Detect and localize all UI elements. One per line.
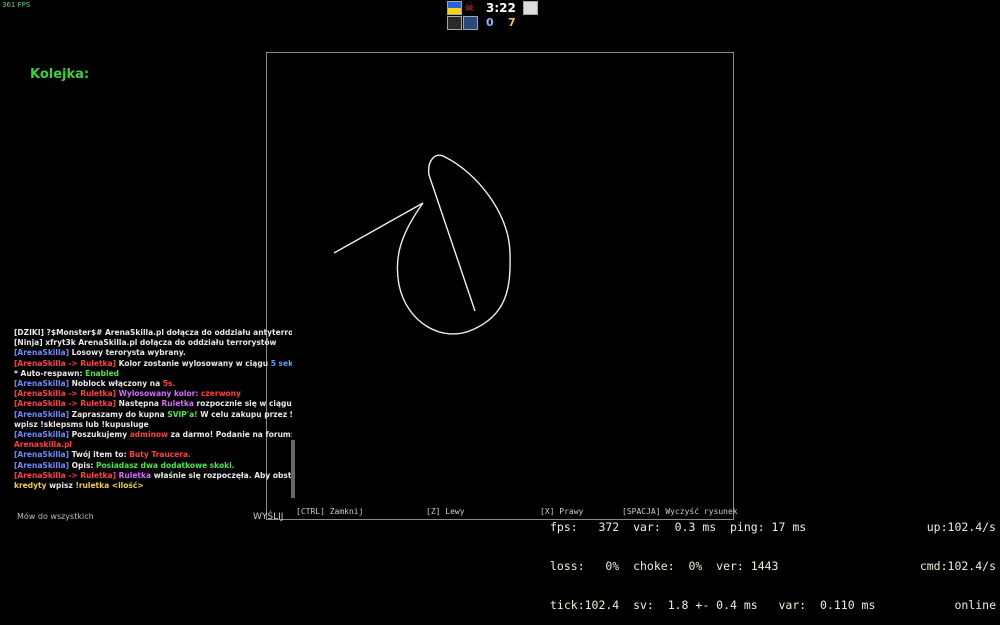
- chat-segment: Wylosowany kolor:: [118, 389, 201, 399]
- chat-segment: Zapraszamy do kupna: [71, 409, 168, 419]
- drawing-strokes: [333, 154, 511, 335]
- chat-segment: Noblock włączony na: [71, 379, 163, 389]
- chat-message: [ArenaSkilla] Zapraszamy do kupna SVIP'a…: [14, 410, 292, 420]
- chat-message: [ArenaSkilla -> Ruletka] Wylosowany kolo…: [14, 389, 292, 399]
- chat-message: [ArenaSkilla] Losowy terorysta wybrany.: [14, 348, 292, 358]
- chat-segment: [ArenaSkilla]: [14, 348, 72, 358]
- chat-segment: [DZIKI] ?$Monster$# ArenaSkilla.pl dołąc…: [14, 328, 292, 337]
- chat-segment: Twój item to:: [71, 450, 130, 460]
- chat-segment: Opis:: [71, 460, 97, 470]
- chat-segment: 5 sekund...: [270, 358, 292, 368]
- chat-segment: Losowy terorysta wybrany.: [71, 348, 186, 358]
- drawing-canvas[interactable]: [266, 52, 734, 520]
- queue-title: Kolejka:: [30, 67, 90, 82]
- chat-segment: [Ninja] xfryt3k ArenaSkilla.pl dołącza d…: [14, 338, 277, 348]
- chat-segment: Ruletka: [161, 399, 197, 409]
- chat-segment: Enabled: [85, 368, 120, 378]
- netgraph-line: fps: 372 var: 0.3 ms ping: 17 ms: [550, 520, 807, 534]
- hint-close: [CTRL] Zamknij: [296, 507, 364, 516]
- chat-scrollbar[interactable]: [291, 440, 295, 498]
- chat-segment: Ruletka: [118, 470, 154, 480]
- ct-score: 0: [486, 16, 494, 29]
- chat-segment: za darmo! Podanie na forum:: [170, 430, 292, 440]
- chat-message: [ArenaSkilla -> Ruletka] Ruletka właśnie…: [14, 471, 292, 481]
- scoreboard-hud: ☠ 3:22 0 7: [446, 0, 538, 32]
- chat-segment: [ArenaSkilla -> Ruletka]: [14, 470, 119, 480]
- chat-message: wpisz !sklepsms lub !kupusluge: [14, 420, 292, 430]
- chat-segment: wpisz: [49, 481, 76, 491]
- player-avatar-icon: [447, 16, 462, 30]
- chat-segment: [ArenaSkilla]: [14, 430, 72, 440]
- fps-counter: 361 FPS: [2, 1, 31, 9]
- send-button[interactable]: WYŚLIJ: [253, 512, 283, 522]
- chat-message: [ArenaSkilla -> Ruletka] Kolor zostanie …: [14, 359, 292, 369]
- chat-segment: kredyty: [14, 481, 50, 491]
- chat-segment: Buty Traucera.: [129, 450, 191, 460]
- t-score: 7: [508, 16, 516, 29]
- chat-segment: W celu zakupu przez SMS,: [200, 409, 292, 419]
- chat-segment: właśnie się rozpoczęła. Aby obstawić: [153, 470, 292, 480]
- map-icon: [523, 1, 538, 15]
- chat-segment: Posiadasz dwa dodatkowe skoki.: [96, 460, 235, 470]
- player-avatar-icon: [463, 16, 478, 30]
- chat-segment: [ArenaSkilla -> Ruletka]: [14, 399, 119, 409]
- chat-segment: Kolor zostanie wylosowany w ciągu: [118, 358, 271, 368]
- netgraph-line: online: [954, 598, 996, 612]
- chat-segment: [ArenaSkilla]: [14, 409, 72, 419]
- chat-segment: [ArenaSkilla]: [14, 450, 72, 460]
- chat-segment: * Auto-respawn:: [14, 368, 86, 378]
- chat-segment: SVIP'a!: [167, 409, 201, 419]
- netgraph-right: up:102.4/s cmd:102.4/s online: [920, 495, 996, 625]
- chat-message: [DZIKI] ?$Monster$# ArenaSkilla.pl dołąc…: [14, 328, 292, 338]
- chat-message: kredyty wpisz !ruletka <ilość>: [14, 481, 292, 491]
- chat-message: Arenaskilla.pl: [14, 440, 292, 450]
- chat-segment: Arenaskilla.pl: [14, 440, 73, 450]
- chat-segment: !ruletka <ilość>: [75, 481, 144, 491]
- chat-message: [ArenaSkilla] Twój item to: Buty Traucer…: [14, 450, 292, 460]
- chat-segment: [ArenaSkilla -> Ruletka]: [14, 358, 119, 368]
- chat-message: [ArenaSkilla] Opis: Posiadasz dwa dodatk…: [14, 461, 292, 471]
- ct-team-flag-icon: [447, 1, 462, 15]
- chat-segment: Poszukujemy: [71, 430, 130, 440]
- round-timer: 3:22: [486, 1, 516, 15]
- chat-message: [ArenaSkilla] Noblock włączony na 5s.: [14, 379, 292, 389]
- chat-segment: adminow: [129, 430, 171, 440]
- chat-segment: [ArenaSkilla]: [14, 379, 72, 389]
- chat-message: [ArenaSkilla -> Ruletka] Następna Ruletk…: [14, 399, 292, 409]
- chat-message: [Ninja] xfryt3k ArenaSkilla.pl dołącza d…: [14, 338, 292, 348]
- chat-segment: wpisz !sklepsms lub !kupusluge: [14, 419, 149, 429]
- netgraph-line: tick:102.4 sv: 1.8 +- 0.4 ms var: 0.110 …: [550, 598, 876, 612]
- chat-log: [DZIKI] ?$Monster$# ArenaSkilla.pl dołąc…: [14, 328, 292, 491]
- netgraph-left: fps: 372 var: 0.3 ms ping: 17 ms loss: 0…: [550, 495, 875, 625]
- chat-segment: [ArenaSkilla]: [14, 460, 72, 470]
- chat-segment: 5s.: [162, 379, 176, 389]
- chat-segment: [ArenaSkilla -> Ruletka]: [14, 389, 119, 399]
- skull-icon: ☠: [464, 0, 475, 14]
- chat-input[interactable]: Mów do wszystkich: [17, 512, 94, 521]
- hint-left: [Z] Lewy: [426, 507, 465, 516]
- netgraph-line: up:102.4/s: [926, 520, 996, 534]
- chat-message: [ArenaSkilla] Poszukujemy adminow za dar…: [14, 430, 292, 440]
- chat-segment: czerwony: [200, 389, 241, 399]
- chat-segment: rozpocznie się w ciągu: [196, 399, 292, 409]
- chat-message: * Auto-respawn: Enabled: [14, 369, 292, 379]
- chat-segment: Następna: [118, 399, 162, 409]
